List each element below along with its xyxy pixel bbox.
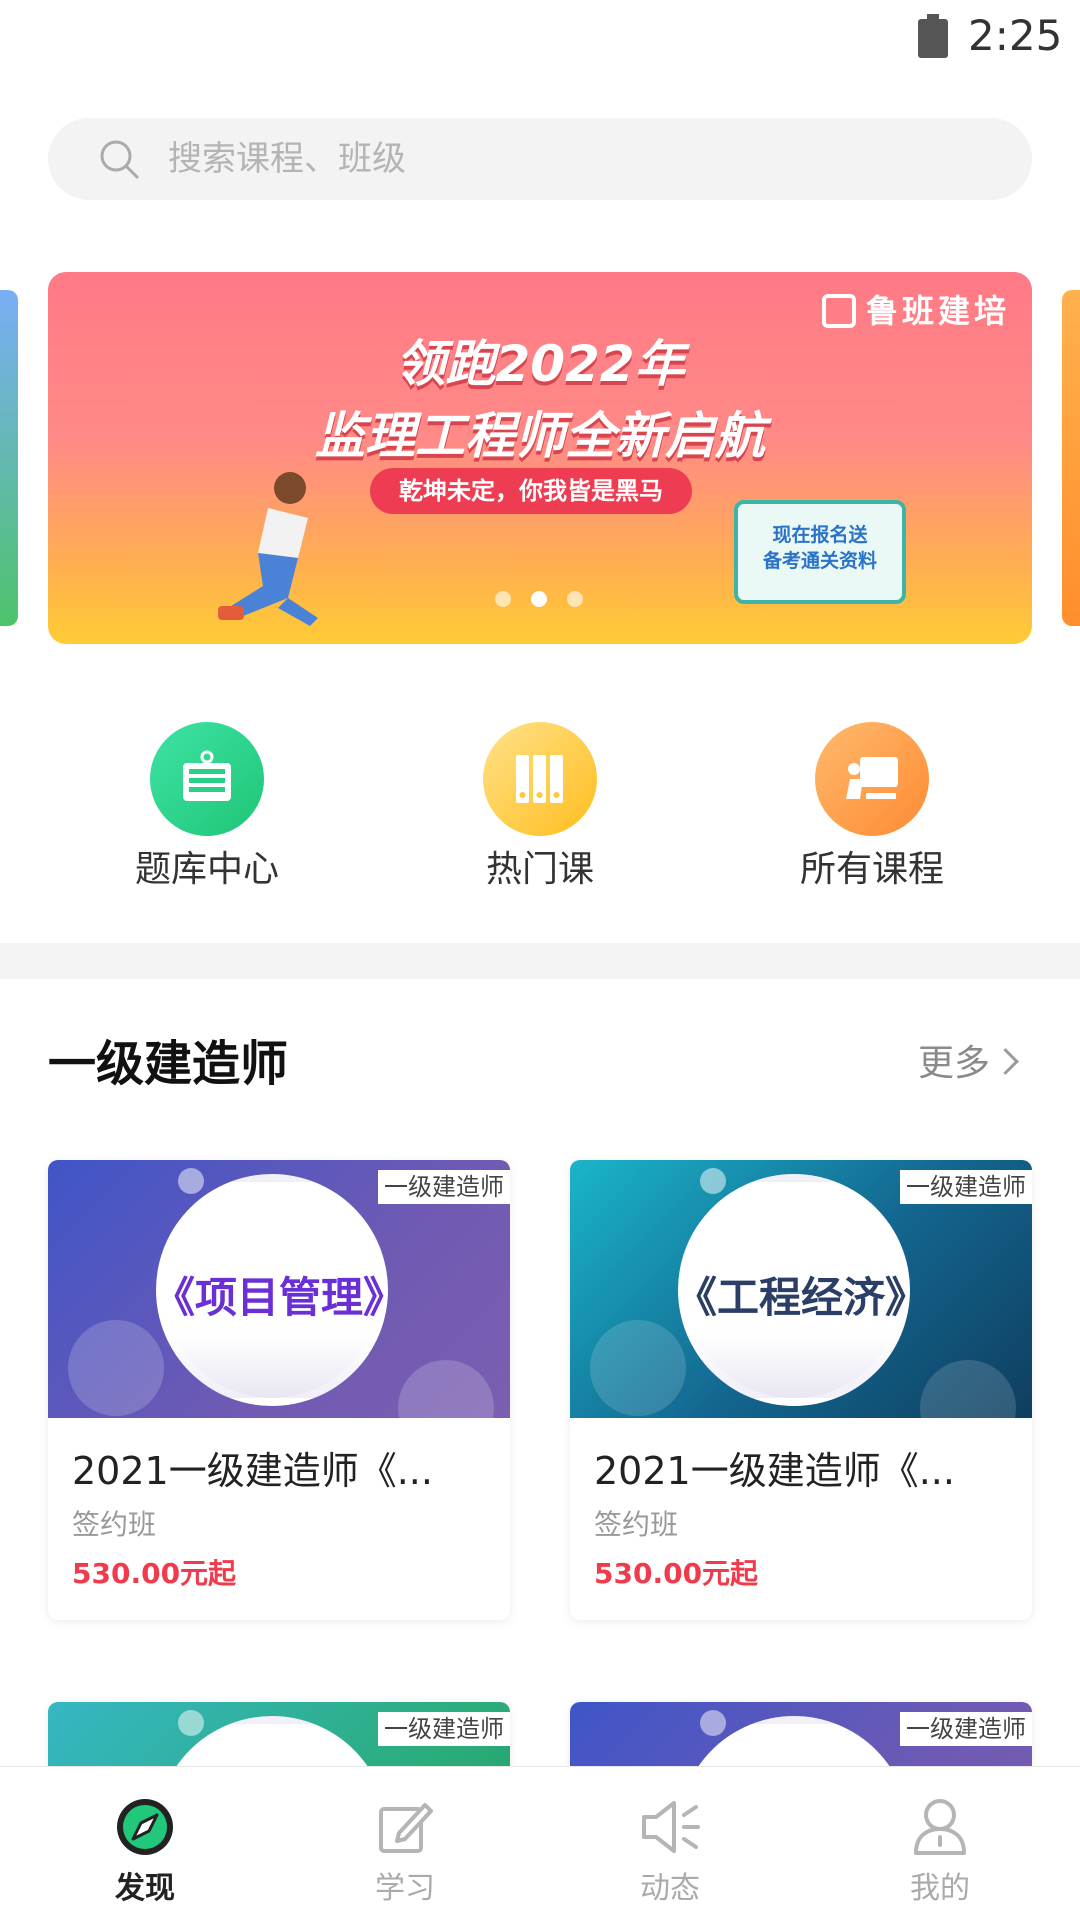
course-title: 2021一级建造师《... — [72, 1449, 433, 1493]
nav-label: 动态 — [640, 1871, 700, 1906]
carousel-indicator — [495, 591, 603, 611]
course-price: 530.00元起 — [72, 1557, 237, 1590]
chevron-right-icon — [992, 1048, 1019, 1075]
category-label: 热门课 — [485, 849, 594, 890]
nav-discover[interactable]: 发现 — [10, 1767, 280, 1921]
carousel-prev-peek[interactable] — [0, 290, 18, 626]
category-hot-courses[interactable]: 热门课 — [430, 722, 650, 894]
section-divider — [0, 943, 1080, 979]
category-all-courses[interactable]: 所有课程 — [762, 722, 982, 894]
category-label: 题库中心 — [134, 849, 279, 890]
course-tag: 一级建造师 — [900, 1712, 1032, 1746]
nav-feed[interactable]: 动态 — [535, 1767, 805, 1921]
category-label: 所有课程 — [799, 849, 944, 890]
banner-headline-1: 领跑2022年 — [395, 335, 685, 393]
nav-label: 我的 — [910, 1871, 970, 1906]
nav-profile[interactable]: 我的 — [805, 1767, 1075, 1921]
course-subject: 《项目管理》 — [152, 1273, 405, 1322]
compass-icon — [117, 1799, 173, 1855]
promo-banner[interactable]: 鲁班建培 领跑2022年 监理工程师全新启航 乾坤未定，你我皆是黑马 现在报名送… — [48, 272, 1032, 644]
course-card[interactable]: 《项目管理》 一级建造师 2021一级建造师《... 签约班 530.00元起 — [48, 1160, 510, 1620]
profile-icon — [914, 1799, 966, 1855]
megaphone-icon — [642, 1801, 700, 1853]
nav-study[interactable]: 学习 — [270, 1767, 540, 1921]
hot-course-icon — [516, 755, 563, 803]
course-tag: 一级建造师 — [900, 1170, 1032, 1204]
course-thumbnail: 《工程经济》 一级建造师 — [570, 1160, 1032, 1456]
carousel-dot[interactable] — [567, 591, 583, 607]
banner-slogan: 乾坤未定，你我皆是黑马 — [370, 468, 692, 514]
course-type: 签约班 — [594, 1508, 679, 1541]
course-type: 签约班 — [72, 1508, 157, 1541]
course-thumbnail: 《项目管理》 一级建造师 — [48, 1160, 510, 1456]
nav-label: 发现 — [115, 1871, 175, 1906]
battery-icon — [918, 14, 948, 58]
question-bank-icon — [183, 750, 231, 801]
category-question-bank[interactable]: 题库中心 — [97, 722, 317, 894]
nav-label: 学习 — [375, 1871, 435, 1906]
course-tag: 一级建造师 — [378, 1170, 510, 1204]
all-courses-icon — [846, 757, 898, 799]
course-card[interactable]: 《工程经济》 一级建造师 2021一级建造师《... 签约班 530.00元起 — [570, 1160, 1032, 1620]
section-title: 一级建造师 — [48, 1036, 289, 1092]
course-title: 2021一级建造师《... — [594, 1449, 955, 1493]
course-tag: 一级建造师 — [378, 1712, 510, 1746]
book-illustration: 现在报名送 备考通关资料 — [734, 500, 906, 604]
carousel-next-peek[interactable] — [1062, 290, 1080, 626]
search-bar[interactable]: 搜索课程、班级 — [48, 118, 1032, 200]
course-price: 530.00元起 — [594, 1557, 759, 1590]
carousel-dot[interactable] — [495, 591, 511, 607]
status-time: 2:25 — [968, 11, 1063, 60]
runner-illustration — [218, 472, 318, 626]
course-subject: 《工程经济》 — [674, 1273, 927, 1322]
carousel-dot-active[interactable] — [531, 591, 547, 607]
edit-icon — [379, 1803, 433, 1853]
search-placeholder: 搜索课程、班级 — [168, 139, 406, 179]
status-bar: 2:25 — [0, 0, 1080, 75]
more-link[interactable]: 更多 — [918, 1040, 1019, 1088]
bottom-nav: 发现 学习 动态 我的 — [0, 1766, 1080, 1921]
banner-headline-2: 监理工程师全新启航 — [315, 407, 765, 465]
search-icon — [100, 140, 139, 179]
